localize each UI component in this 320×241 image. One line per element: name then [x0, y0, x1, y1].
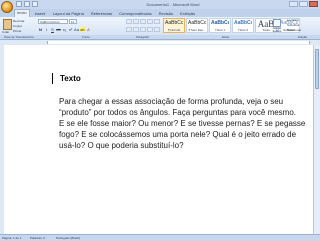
align-center-icon[interactable]	[133, 27, 139, 32]
ruler-page-area	[47, 41, 310, 44]
vertical-scrollbar[interactable]	[313, 45, 320, 234]
style-no-spacing[interactable]: AaBbCcDc ¶ Sem Esp...	[186, 18, 208, 33]
bold-icon[interactable]: N	[38, 27, 43, 32]
language-indicator[interactable]: Português (Brasil)	[56, 235, 80, 241]
paragraph-line: usá-lo? O que poderia substituí-lo?	[59, 141, 184, 150]
style-label: ¶ Sem Esp...	[188, 28, 206, 32]
page-count[interactable]: Página: 1 de 1	[2, 235, 21, 241]
style-preview: AaBbCcDc	[188, 20, 206, 26]
underline-icon[interactable]: S	[50, 27, 55, 32]
strikethrough-icon[interactable]: ab	[56, 27, 61, 32]
font-name-combo[interactable]: Calibri (Corpo)	[38, 19, 68, 24]
italic-icon[interactable]: I	[44, 27, 49, 32]
paragraph-line: “produto” por todos os ângulos. Faça per…	[59, 108, 297, 117]
select-button[interactable]: Selecionar	[287, 28, 319, 33]
office-button[interactable]	[1, 1, 13, 13]
paste-icon[interactable]	[3, 19, 12, 30]
close-button[interactable]	[309, 1, 318, 7]
styles-group-label: Estilo	[222, 35, 230, 39]
change-case-icon[interactable]: Aa	[74, 27, 79, 32]
paste-button[interactable]: Colar	[2, 30, 9, 34]
style-label: ¶ Normal	[167, 28, 181, 32]
window-controls	[289, 1, 318, 7]
clipboard-group: Colar Recortar Copiar Pincel	[2, 18, 28, 34]
save-icon[interactable]	[16, 1, 22, 7]
editing-group-label: Edição	[298, 35, 308, 39]
paragraph-row-2	[126, 27, 160, 32]
style-label: Título 1	[214, 28, 225, 32]
ribbon-tabs: Início Inserir Layout da Página Referênc…	[0, 9, 320, 17]
quick-access-toolbar	[16, 1, 38, 8]
decrease-indent-icon[interactable]	[147, 19, 153, 24]
style-preview: AaBbCcDc	[165, 20, 183, 26]
justify-icon[interactable]	[147, 27, 153, 32]
highlight-icon[interactable]: ab	[80, 27, 85, 32]
style-heading-1[interactable]: AaBbCc Título 1	[209, 18, 231, 33]
numbering-icon[interactable]	[133, 19, 139, 24]
document-paragraph[interactable]: Para chegar a essas associação de forma …	[59, 96, 317, 151]
cut-button[interactable]: Recortar	[13, 19, 25, 23]
font-color-icon[interactable]: A	[86, 27, 91, 32]
superscript-icon[interactable]: x²	[68, 27, 73, 32]
style-preview: AaBbCc	[234, 20, 252, 26]
redo-icon[interactable]	[32, 1, 38, 7]
tab-inicio[interactable]: Início	[14, 9, 30, 17]
paragraph-group-label: Parágrafo	[136, 35, 150, 39]
undo-icon[interactable]	[24, 1, 30, 7]
paragraph-line: E se ele fosse maior? Ou menor? E se tiv…	[59, 119, 306, 128]
change-styles-button[interactable]: Alterar Estilos	[270, 18, 284, 34]
editing-group: Localizar Substituir Selecionar	[287, 18, 319, 34]
paragraph-line: Para chegar a essas associação de forma …	[59, 97, 284, 106]
paragraph-row-1	[126, 19, 160, 24]
style-preview: AaBbCc	[211, 20, 229, 26]
style-label: Título 2	[237, 28, 248, 32]
maximize-button[interactable]	[299, 1, 308, 7]
align-left-icon[interactable]	[126, 27, 132, 32]
subscript-icon[interactable]: x₂	[62, 27, 67, 32]
font-format-row: N I S ab x₂ x² Aa ab A	[38, 27, 91, 32]
window-title: Documento1 - Microsoft Word	[146, 2, 200, 7]
change-styles-label: Alterar Estilos	[272, 26, 282, 33]
style-normal[interactable]: AaBbCcDc ¶ Normal	[163, 18, 185, 33]
increase-indent-icon[interactable]	[154, 19, 160, 24]
clipboard-group-label: Área de Transferência	[4, 35, 34, 39]
word-count[interactable]: Palavras: 0	[30, 235, 45, 241]
line-spacing-icon[interactable]	[154, 27, 160, 32]
minimize-button[interactable]	[289, 1, 298, 7]
paragraph-line: fogo? E se colocássemos uma porta nele? …	[59, 130, 297, 139]
multilevel-list-icon[interactable]	[140, 19, 146, 24]
style-heading-2[interactable]: AaBbCc Título 2	[232, 18, 254, 33]
copy-button[interactable]: Copiar	[13, 24, 22, 28]
font-size-combo[interactable]: 11	[69, 19, 77, 24]
text-cursor	[52, 73, 53, 84]
bullets-icon[interactable]	[126, 19, 132, 24]
format-painter-button[interactable]: Pincel	[13, 29, 21, 33]
scrollbar-thumb[interactable]	[315, 49, 319, 89]
font-group-label: Fonte	[82, 35, 90, 39]
align-right-icon[interactable]	[140, 27, 146, 32]
document-heading[interactable]: Texto	[60, 73, 81, 84]
